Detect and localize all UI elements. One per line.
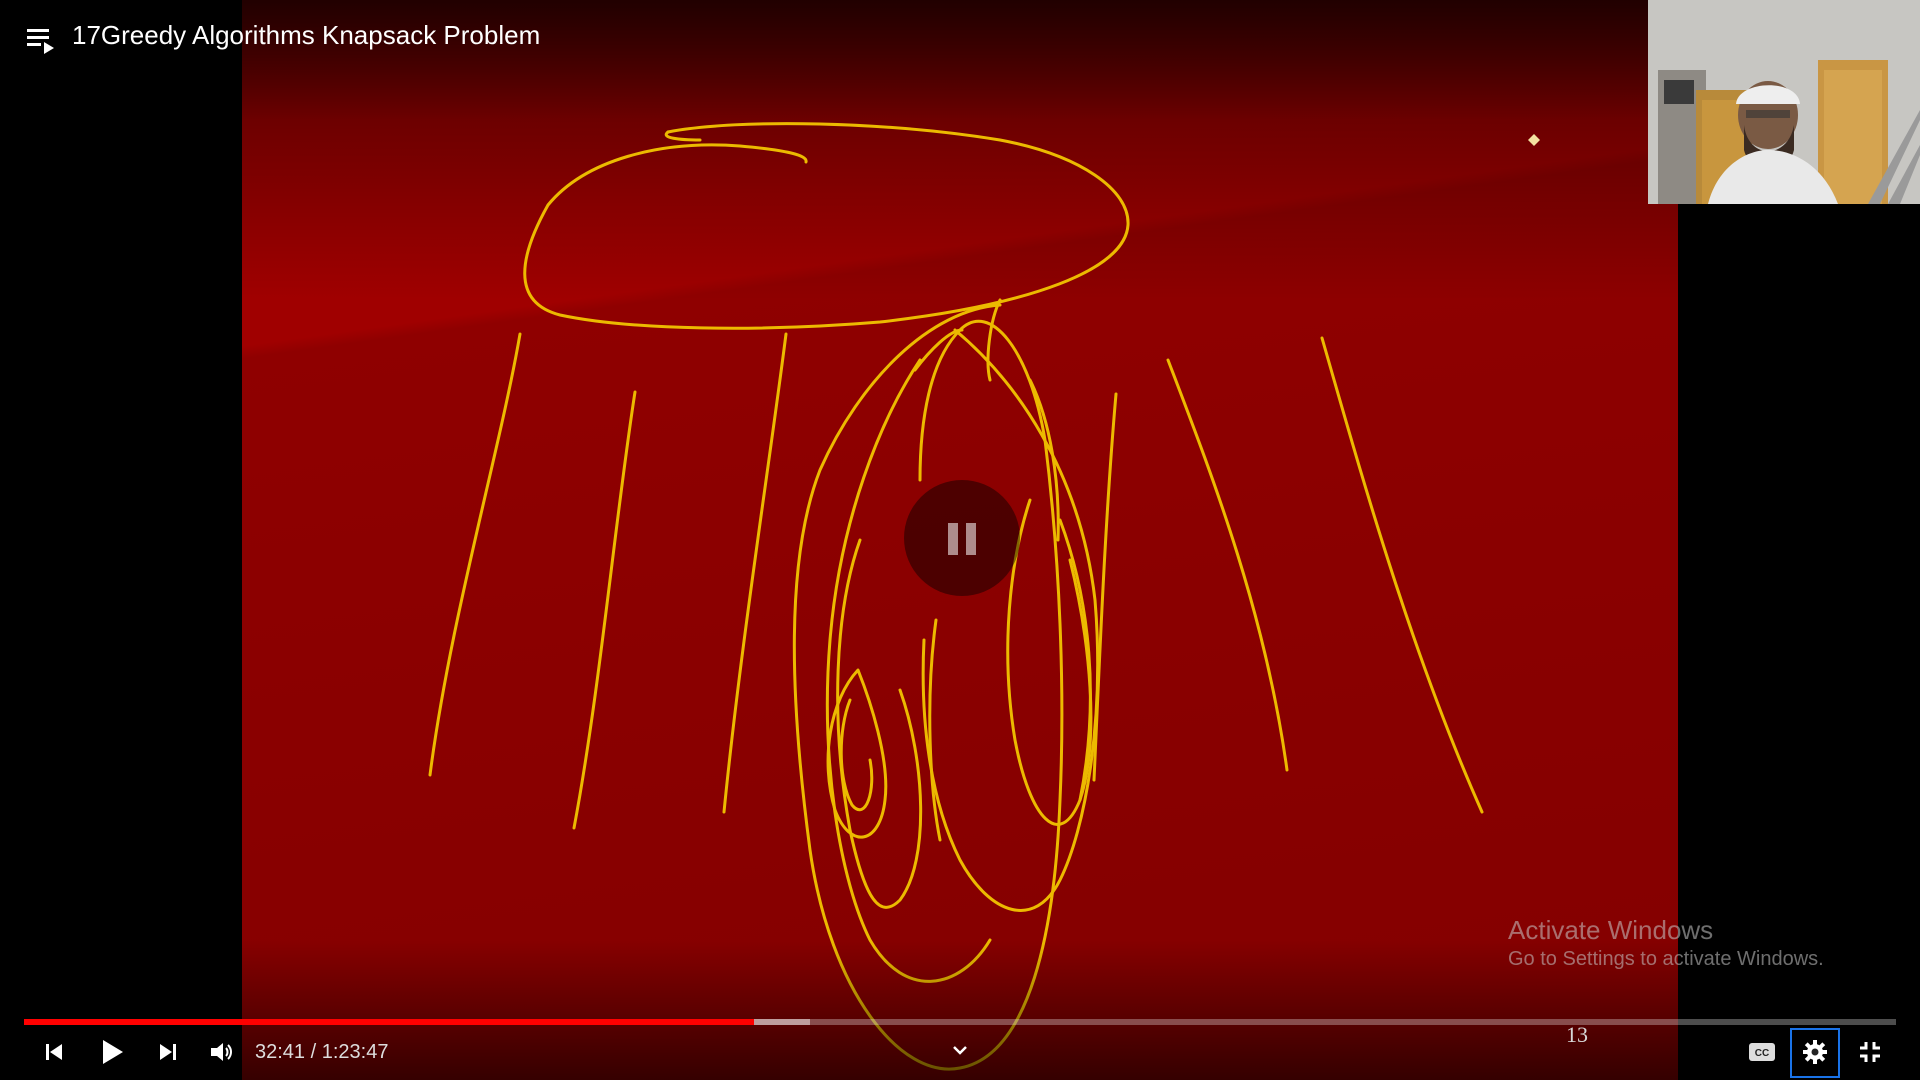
chevron-down-icon[interactable] bbox=[950, 1040, 970, 1060]
video-player[interactable]: 17Greedy Algorithms Knapsack Problem Act… bbox=[0, 0, 1920, 1080]
skip-next-icon[interactable] bbox=[150, 1032, 186, 1072]
top-bar: 17Greedy Algorithms Knapsack Problem bbox=[0, 0, 1920, 70]
watermark-subtitle: Go to Settings to activate Windows. bbox=[1508, 948, 1824, 970]
current-time: 32:41 bbox=[255, 1041, 306, 1063]
playlist-icon[interactable] bbox=[24, 22, 56, 54]
closed-captions-icon[interactable]: CC bbox=[1744, 1032, 1780, 1072]
video-title[interactable]: 17Greedy Algorithms Knapsack Problem bbox=[72, 19, 540, 51]
watermark-title: Activate Windows bbox=[1508, 915, 1714, 945]
time-display: 32:41 / 1:23:47 bbox=[255, 1041, 389, 1063]
duration: 1:23:47 bbox=[321, 1041, 389, 1063]
svg-text:CC: CC bbox=[1755, 1048, 1769, 1059]
pause-icon[interactable] bbox=[904, 480, 1020, 596]
skip-previous-icon[interactable] bbox=[36, 1032, 72, 1072]
activate-windows-watermark: Activate Windows Go to Settings to activ… bbox=[1508, 914, 1824, 972]
progress-bar[interactable] bbox=[24, 1019, 1896, 1025]
progress-played bbox=[24, 1019, 755, 1025]
volume-icon[interactable] bbox=[204, 1032, 240, 1072]
exit-fullscreen-icon[interactable] bbox=[1850, 1032, 1890, 1072]
gear-icon[interactable] bbox=[1795, 1032, 1835, 1072]
pointer-dot bbox=[1528, 134, 1540, 146]
presenter-webcam bbox=[1648, 0, 1920, 204]
play-icon[interactable] bbox=[92, 1032, 132, 1072]
